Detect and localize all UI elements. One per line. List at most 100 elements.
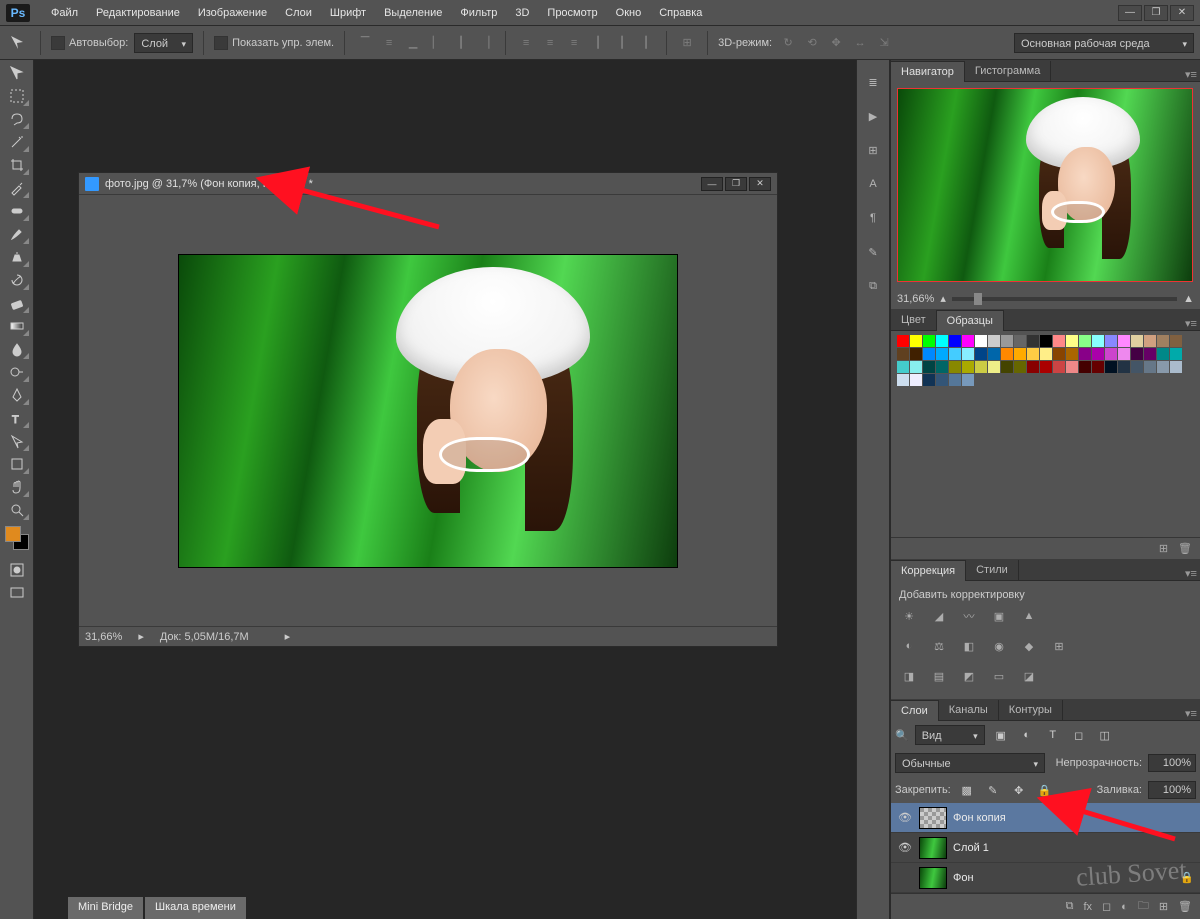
menu-type[interactable]: Шрифт	[321, 7, 375, 19]
swatch[interactable]	[910, 374, 922, 386]
color-lookup-icon[interactable]: ⊞	[1049, 637, 1069, 655]
vibrance-icon[interactable]: ▲	[1019, 607, 1039, 625]
filter-type-icon[interactable]: T	[1043, 726, 1063, 744]
swatch[interactable]	[1105, 361, 1117, 373]
swatch[interactable]	[988, 348, 1000, 360]
lasso-tool[interactable]	[4, 108, 30, 130]
swatch[interactable]	[1079, 361, 1091, 373]
tab-channels[interactable]: Каналы	[939, 700, 999, 720]
layer-row[interactable]: 👁 Слой 1	[891, 833, 1200, 863]
new-layer-icon[interactable]: ⊞	[1159, 900, 1168, 913]
navigator-zoom-value[interactable]: 31,66%	[897, 293, 934, 305]
tab-mini-bridge[interactable]: Mini Bridge	[68, 897, 143, 919]
distribute-left-icon[interactable]: ┃	[588, 33, 608, 53]
selective-color-icon[interactable]: ◪	[1019, 667, 1039, 685]
paragraph-panel-icon[interactable]: ¶	[861, 206, 885, 230]
properties-panel-icon[interactable]: ⊞	[861, 138, 885, 162]
menu-file[interactable]: Файл	[42, 7, 87, 19]
layer-thumbnail[interactable]	[919, 807, 947, 829]
screenmode-toggle[interactable]	[4, 582, 30, 604]
menu-edit[interactable]: Редактирование	[87, 7, 189, 19]
shape-tool[interactable]	[4, 453, 30, 475]
lock-position-icon[interactable]: ✥	[1009, 781, 1029, 799]
swatch[interactable]	[1001, 335, 1013, 347]
swatch[interactable]	[1170, 348, 1182, 360]
layer-mask-icon[interactable]: ◻	[1102, 900, 1111, 913]
layer-name[interactable]: Слой 1	[953, 842, 989, 854]
show-transform-checkbox[interactable]: Показать упр. элем.	[214, 36, 334, 50]
window-close-button[interactable]: ✕	[1170, 5, 1194, 21]
swatch[interactable]	[923, 348, 935, 360]
3d-orbit-icon[interactable]: ↻	[778, 33, 798, 53]
swatch[interactable]	[1066, 361, 1078, 373]
adjustments-panel-menu-icon[interactable]: ▾≡	[1182, 567, 1200, 580]
marquee-tool[interactable]	[4, 85, 30, 107]
tab-layers[interactable]: Слои	[891, 700, 939, 721]
blur-tool[interactable]	[4, 338, 30, 360]
distribute-right-icon[interactable]: ┃	[636, 33, 656, 53]
posterize-icon[interactable]: ▤	[929, 667, 949, 685]
swatch[interactable]	[1170, 361, 1182, 373]
zoom-out-icon[interactable]: ▴	[940, 292, 946, 305]
swatch[interactable]	[1066, 348, 1078, 360]
swatch[interactable]	[975, 335, 987, 347]
navigator-zoom-slider[interactable]	[952, 297, 1177, 301]
layer-name[interactable]: Фон копия	[953, 812, 1006, 824]
healing-brush-tool[interactable]	[4, 200, 30, 222]
tab-timeline[interactable]: Шкала времени	[145, 897, 246, 919]
swatch[interactable]	[1118, 361, 1130, 373]
doc-minimize-button[interactable]: —	[701, 177, 723, 191]
swatch[interactable]	[1014, 361, 1026, 373]
blend-mode-dropdown[interactable]: Обычные	[895, 753, 1045, 773]
swatch[interactable]	[1066, 335, 1078, 347]
swatch[interactable]	[1001, 361, 1013, 373]
align-top-icon[interactable]: ▔	[355, 33, 375, 53]
hue-sat-icon[interactable]: ◐	[899, 637, 919, 655]
swatch[interactable]	[1118, 348, 1130, 360]
swatch[interactable]	[1027, 348, 1039, 360]
brush-tool[interactable]	[4, 223, 30, 245]
3d-slide-icon[interactable]: ↔	[850, 33, 870, 53]
layer-visibility-icon[interactable]: 👁	[897, 840, 913, 856]
swatch-grid[interactable]	[897, 335, 1193, 386]
lock-all-icon[interactable]: 🔒	[1035, 781, 1055, 799]
3d-roll-icon[interactable]: ⟲	[802, 33, 822, 53]
filter-adjust-icon[interactable]: ◐	[1017, 726, 1037, 744]
navigator-thumbnail[interactable]	[897, 88, 1193, 282]
swatch[interactable]	[923, 374, 935, 386]
align-vcenter-icon[interactable]: ≡	[379, 33, 399, 53]
invert-icon[interactable]: ◨	[899, 667, 919, 685]
lock-pixels-icon[interactable]: ✎	[983, 781, 1003, 799]
tab-paths[interactable]: Контуры	[999, 700, 1063, 720]
layer-thumbnail[interactable]	[919, 837, 947, 859]
swatch[interactable]	[1092, 335, 1104, 347]
menu-3d[interactable]: 3D	[506, 7, 538, 19]
swatch[interactable]	[949, 348, 961, 360]
channel-mixer-icon[interactable]: ◆	[1019, 637, 1039, 655]
filter-pixel-icon[interactable]: ▣	[991, 726, 1011, 744]
swatch[interactable]	[1105, 348, 1117, 360]
swatch[interactable]	[936, 348, 948, 360]
tab-navigator[interactable]: Навигатор	[891, 61, 965, 82]
history-panel-icon[interactable]: ≣	[861, 70, 885, 94]
foreground-background-colors[interactable]	[5, 526, 29, 550]
layer-row[interactable]: 👁 Фон копия	[891, 803, 1200, 833]
swatch[interactable]	[897, 335, 909, 347]
window-minimize-button[interactable]: —	[1118, 5, 1142, 21]
clone-stamp-tool[interactable]	[4, 246, 30, 268]
delete-swatch-icon[interactable]: 🗑	[1178, 542, 1192, 555]
tab-adjustments[interactable]: Коррекция	[891, 560, 966, 581]
layer-row[interactable]: Фон🔒	[891, 863, 1200, 893]
swatch[interactable]	[910, 348, 922, 360]
dodge-tool[interactable]	[4, 361, 30, 383]
swatch[interactable]	[1170, 335, 1182, 347]
align-left-icon[interactable]: ▏	[427, 33, 447, 53]
swatch[interactable]	[1092, 361, 1104, 373]
new-swatch-icon[interactable]: ⊞	[1159, 542, 1168, 555]
swatch[interactable]	[1144, 335, 1156, 347]
clone-panel-icon[interactable]: ⧉	[861, 274, 885, 298]
swatch[interactable]	[1105, 335, 1117, 347]
swatch[interactable]	[949, 361, 961, 373]
swatch[interactable]	[936, 361, 948, 373]
tab-styles[interactable]: Стили	[966, 560, 1019, 580]
